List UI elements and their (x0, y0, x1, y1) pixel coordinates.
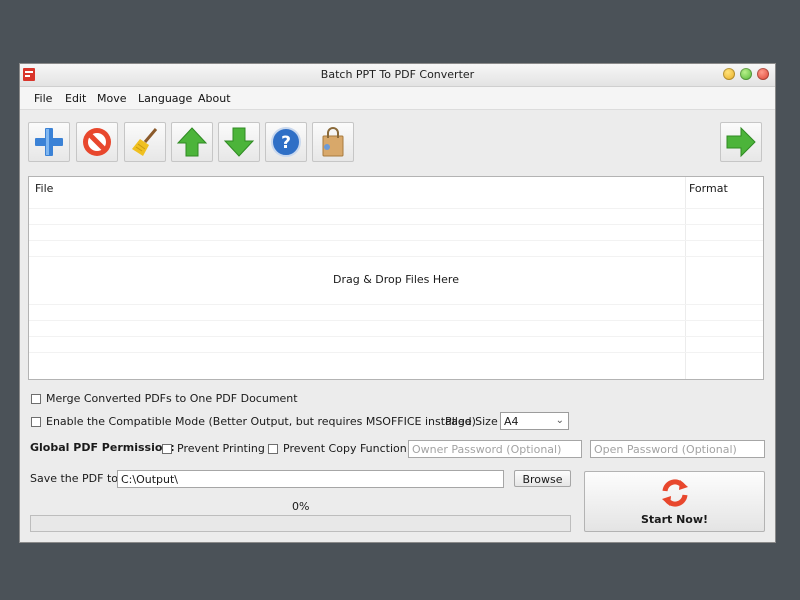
merge-checkbox[interactable] (31, 393, 41, 404)
start-button-label: Start Now! (640, 513, 709, 526)
shopping-bag-icon (322, 127, 344, 157)
toolbar: ? (20, 110, 775, 170)
page-size-value: A4 (504, 415, 519, 428)
compat-label: Enable the Compatible Mode (Better Outpu… (46, 415, 476, 428)
remove-files-button[interactable] (76, 122, 118, 162)
prevent-printing-label: Prevent Printing (177, 442, 265, 455)
compat-checkbox[interactable] (31, 416, 41, 427)
prevent-printing-checkbox[interactable] (162, 443, 172, 454)
row-divider (29, 256, 763, 257)
output-path-field[interactable]: C:\Output\ (117, 470, 504, 488)
refresh-icon (662, 479, 688, 507)
owner-password-field[interactable]: Owner Password (Optional) (408, 440, 582, 458)
menu-edit[interactable]: Edit (65, 92, 86, 105)
arrow-right-icon (726, 126, 756, 158)
page-size-select[interactable]: A4 ⌄ (500, 412, 569, 430)
merge-option[interactable]: Merge Converted PDFs to One PDF Document (31, 392, 298, 405)
row-divider (29, 224, 763, 225)
prevent-copy-label: Prevent Copy Function (283, 442, 407, 455)
remove-icon (83, 128, 111, 156)
app-window: Batch PPT To PDF Converter File Edit Mov… (19, 63, 776, 543)
arrow-up-icon (176, 127, 208, 157)
start-button[interactable]: Start Now! (584, 471, 765, 532)
add-icon (35, 128, 63, 156)
arrow-down-icon (223, 127, 255, 157)
column-header-format[interactable]: Format (689, 182, 728, 195)
row-divider (29, 352, 763, 353)
menu-file[interactable]: File (34, 92, 52, 105)
permission-label: Global PDF Permission: (30, 441, 175, 454)
help-icon: ? (271, 127, 301, 157)
buy-button[interactable] (312, 122, 354, 162)
row-divider (29, 304, 763, 305)
row-divider (29, 336, 763, 337)
svg-text:?: ? (281, 133, 291, 153)
window-title: Batch PPT To PDF Converter (320, 68, 475, 81)
page-size-label: Page Size (445, 415, 498, 428)
close-button[interactable] (757, 68, 769, 80)
chevron-down-icon: ⌄ (555, 415, 564, 426)
menu-move[interactable]: Move (97, 92, 127, 105)
maximize-button[interactable] (740, 68, 752, 80)
browse-button[interactable]: Browse (514, 470, 571, 487)
convert-next-button[interactable] (720, 122, 762, 162)
add-files-button[interactable] (28, 122, 70, 162)
column-header-file[interactable]: File (35, 182, 53, 195)
window-controls (723, 68, 769, 80)
row-divider (29, 208, 763, 209)
progress-bar (30, 515, 571, 532)
row-divider (29, 320, 763, 321)
clear-list-button[interactable] (124, 122, 166, 162)
move-up-button[interactable] (171, 122, 213, 162)
open-password-field[interactable]: Open Password (Optional) (590, 440, 765, 458)
help-button[interactable]: ? (265, 122, 307, 162)
compat-option[interactable]: Enable the Compatible Mode (Better Outpu… (31, 415, 476, 428)
prevent-printing-option[interactable]: Prevent Printing (162, 442, 265, 455)
broom-icon (132, 128, 158, 156)
save-to-label: Save the PDF to (30, 472, 119, 485)
title-bar[interactable]: Batch PPT To PDF Converter (20, 64, 775, 87)
menu-language[interactable]: Language (138, 92, 192, 105)
file-list[interactable]: File Format Drag & Drop Files Here (28, 176, 764, 380)
prevent-copy-option[interactable]: Prevent Copy Function (268, 442, 407, 455)
move-down-button[interactable] (218, 122, 260, 162)
minimize-button[interactable] (723, 68, 735, 80)
merge-label: Merge Converted PDFs to One PDF Document (46, 392, 298, 405)
row-divider (29, 240, 763, 241)
menu-about[interactable]: About (198, 92, 231, 105)
menu-bar: File Edit Move Language About (20, 87, 775, 110)
drop-zone-hint: Drag & Drop Files Here (333, 273, 459, 286)
prevent-copy-checkbox[interactable] (268, 443, 278, 454)
progress-percent: 0% (292, 500, 310, 513)
